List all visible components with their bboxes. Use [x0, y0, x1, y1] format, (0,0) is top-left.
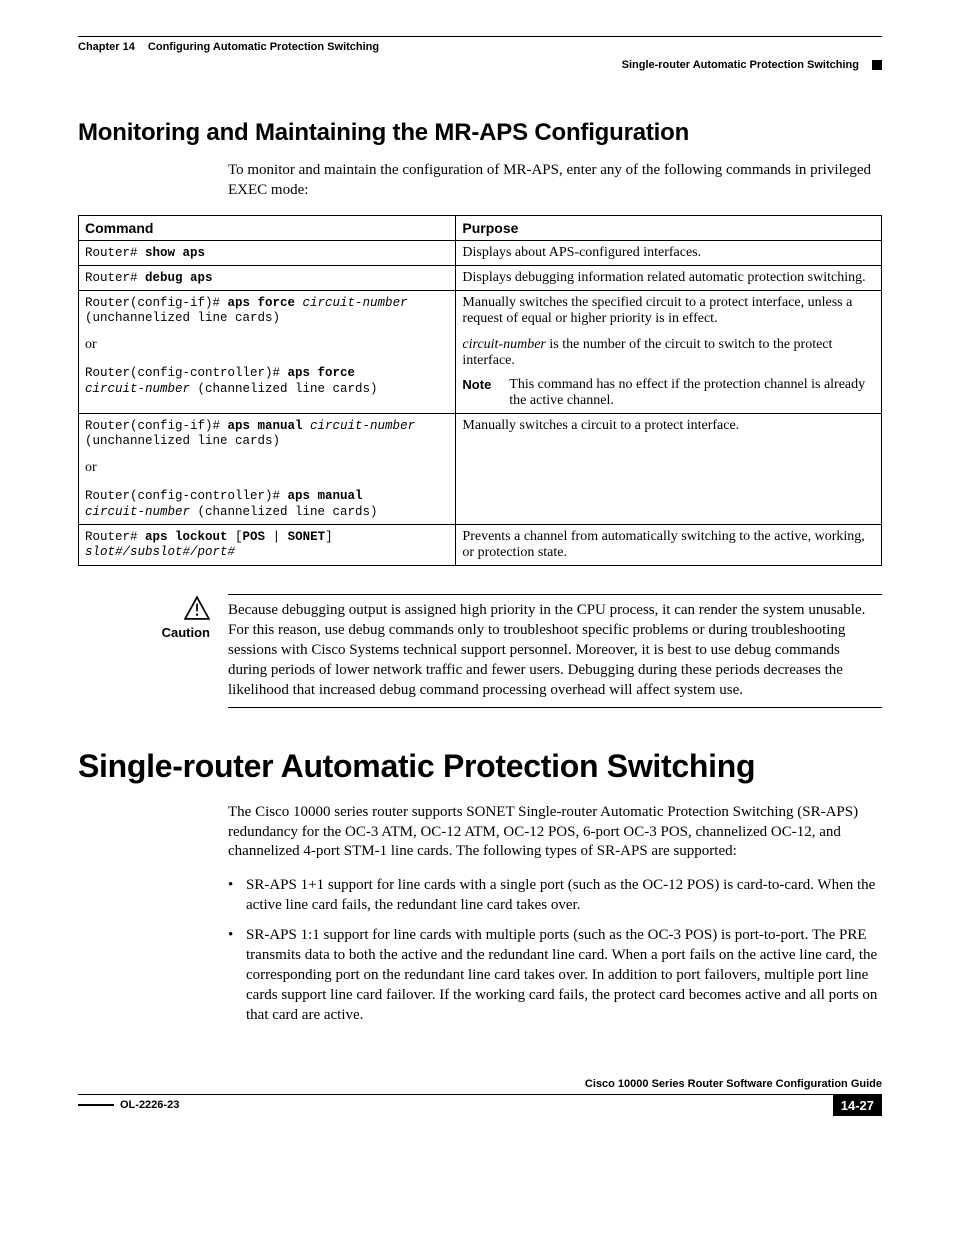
list-item: SR-APS 1:1 support for line cards with m… — [228, 926, 882, 1026]
sraps-heading: Single-router Automatic Protection Switc… — [78, 748, 882, 785]
cmd-prefix: Router# — [85, 246, 145, 260]
cmd-bold: aps force — [228, 296, 296, 310]
note-text: This command has no effect if the protec… — [509, 377, 875, 409]
chapter-title: Configuring Automatic Protection Switchi… — [148, 41, 379, 53]
list-item: SR-APS 1+1 support for line cards with a… — [228, 876, 882, 916]
table-row: Router# aps lockout [POS | SONET] slot#/… — [79, 524, 882, 565]
cmd-arg: slot#/subslot#/port# — [85, 545, 449, 559]
cmd-note: (unchannelized line cards) — [85, 434, 449, 448]
or-text: or — [85, 337, 449, 353]
cmd-arg: circuit-number — [295, 296, 408, 310]
page-footer: Cisco 10000 Series Router Software Confi… — [78, 1078, 882, 1116]
section-title: Single-router Automatic Protection Switc… — [622, 59, 859, 71]
chapter-header: Chapter 14 Configuring Automatic Protect… — [78, 41, 882, 53]
cmd-bold: aps manual — [228, 419, 303, 433]
or-text: or — [85, 460, 449, 476]
purpose-text: Displays debugging information related a… — [456, 265, 882, 290]
cmd-arg: circuit-number — [85, 505, 190, 519]
cmd-prefix: Router# — [85, 530, 145, 544]
cmd-prefix: Router(config-if)# — [85, 296, 228, 310]
cmd-bold: aps force — [288, 366, 356, 380]
purpose-text: Prevents a channel from automatically sw… — [456, 524, 882, 565]
cmd-prefix: Router(config-controller)# — [85, 366, 288, 380]
cmd-note: (unchannelized line cards) — [85, 311, 449, 325]
footer-rule-stub — [78, 1104, 114, 1106]
cmd-bold: debug aps — [145, 271, 213, 285]
col-purpose: Purpose — [456, 215, 882, 240]
header-rule — [78, 36, 882, 37]
cmd-note: (channelized line cards) — [190, 505, 378, 519]
cmd-prefix: Router(config-controller)# — [85, 489, 288, 503]
cmd-arg: circuit-number — [303, 419, 416, 433]
table-row: Router(config-if)# aps manual circuit-nu… — [79, 413, 882, 524]
sraps-intro: The Cisco 10000 series router supports S… — [228, 803, 882, 863]
caution-icon — [78, 596, 210, 623]
purpose-text2: circuit-number is the number of the circ… — [462, 337, 875, 369]
cmd-prefix: Router(config-if)# — [85, 419, 228, 433]
caution-text: Because debugging output is assigned hig… — [228, 594, 882, 708]
caution-label: Caution — [162, 625, 210, 640]
monitoring-heading: Monitoring and Maintaining the MR-APS Co… — [78, 119, 882, 147]
arg-name: circuit-number — [462, 337, 545, 352]
command-table: Command Purpose Router# show aps Display… — [78, 215, 882, 566]
table-row: Router(config-if)# aps force circuit-num… — [79, 290, 882, 413]
caution-block: Caution Because debugging output is assi… — [78, 594, 882, 708]
chapter-label: Chapter 14 — [78, 41, 135, 53]
note-block: Note This command has no effect if the p… — [462, 377, 875, 409]
cmd-arg: circuit-number — [85, 382, 190, 396]
doc-id: OL-2226-23 — [120, 1099, 179, 1111]
purpose-text: Manually switches a circuit to a protect… — [456, 413, 882, 524]
purpose-text: Manually switches the specified circuit … — [462, 295, 875, 327]
monitoring-intro: To monitor and maintain the configuratio… — [228, 161, 882, 201]
page-number-badge: 14-27 — [833, 1095, 882, 1116]
book-title: Cisco 10000 Series Router Software Confi… — [585, 1078, 882, 1090]
note-label: Note — [462, 377, 491, 409]
col-command: Command — [79, 215, 456, 240]
cmd-bold: aps lockout — [145, 530, 228, 544]
cmd-bold: aps manual — [288, 489, 363, 503]
cmd-bold: show aps — [145, 246, 205, 260]
cmd-prefix: Router# — [85, 271, 145, 285]
section-header: Single-router Automatic Protection Switc… — [78, 59, 882, 71]
table-row: Router# show aps Displays about APS-conf… — [79, 240, 882, 265]
table-row: Router# debug aps Displays debugging inf… — [79, 265, 882, 290]
cmd-note: (channelized line cards) — [190, 382, 378, 396]
section-marker-icon — [872, 60, 882, 70]
purpose-text: Displays about APS-configured interfaces… — [456, 240, 882, 265]
sraps-bullets: SR-APS 1+1 support for line cards with a… — [228, 876, 882, 1026]
